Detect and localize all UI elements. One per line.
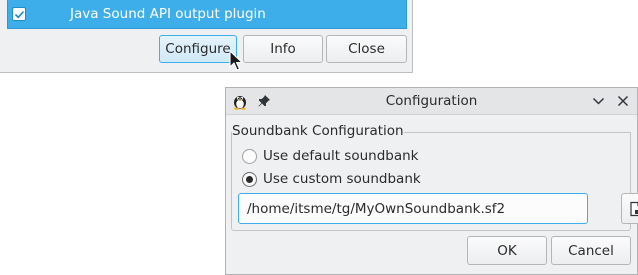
plugin-label: Java Sound API output plugin <box>70 6 266 22</box>
configuration-dialog: Configuration Soundbank Configuration Us… <box>225 87 638 275</box>
plugin-list-item-selected[interactable]: Java Sound API output plugin <box>7 0 407 29</box>
mouse-cursor-icon <box>229 50 243 71</box>
check-icon <box>14 10 25 19</box>
custom-soundbank-radio[interactable] <box>242 171 257 187</box>
group-divider <box>389 132 630 133</box>
pin-icon[interactable] <box>257 94 271 108</box>
default-soundbank-label: Use default soundbank <box>263 148 419 164</box>
dialog-title: Configuration <box>385 93 478 109</box>
custom-soundbank-label: Use custom soundbank <box>263 171 421 187</box>
plugin-window: Java Sound API output plugin Configure I… <box>0 0 413 73</box>
chevron-down-icon[interactable] <box>592 95 605 107</box>
file-open-icon <box>630 201 638 216</box>
tux-icon <box>234 96 246 110</box>
custom-soundbank-option[interactable]: Use custom soundbank <box>242 171 421 187</box>
close-button[interactable]: Close <box>326 35 407 63</box>
ok-button[interactable]: OK <box>467 236 547 265</box>
default-soundbank-option[interactable]: Use default soundbank <box>242 148 419 164</box>
plugin-enabled-checkbox[interactable] <box>12 7 26 21</box>
info-button[interactable]: Info <box>243 35 323 63</box>
browse-file-button[interactable] <box>621 193 638 224</box>
cancel-button[interactable]: Cancel <box>551 236 631 265</box>
configure-button[interactable]: Configure <box>159 35 237 63</box>
soundbank-group-title: Soundbank Configuration <box>232 123 404 139</box>
close-icon[interactable] <box>617 95 629 107</box>
default-soundbank-radio[interactable] <box>242 148 257 164</box>
soundbank-path-input[interactable] <box>238 193 588 224</box>
dialog-titlebar[interactable]: Configuration <box>226 88 637 115</box>
